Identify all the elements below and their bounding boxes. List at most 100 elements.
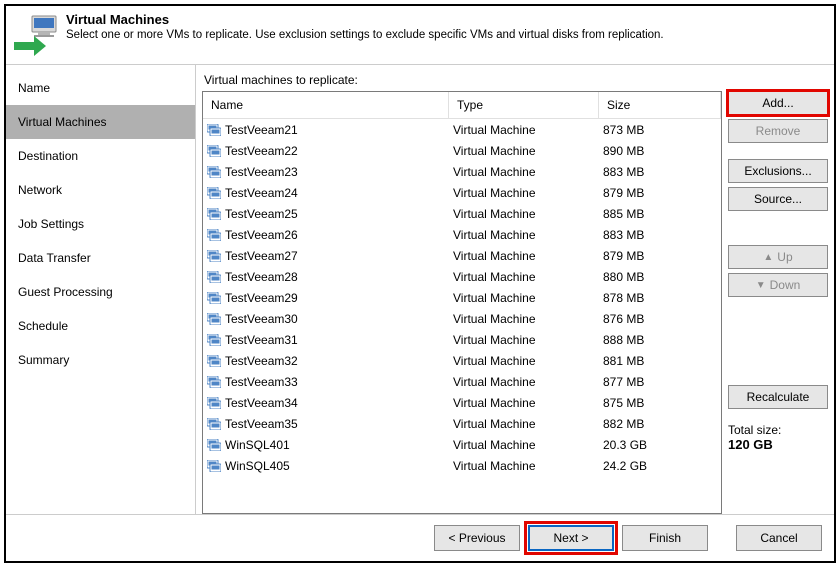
table-row[interactable]: TestVeeam31 Virtual Machine888 MB	[203, 329, 721, 350]
vm-icon	[207, 376, 221, 388]
row-size: 875 MB	[603, 396, 721, 410]
col-header-size[interactable]: Size	[599, 92, 721, 118]
table-row[interactable]: WinSQL405Virtual Machine24.2 GB	[203, 455, 721, 476]
vm-table-area: Name Type Size TestVeeam21 Virtual Machin…	[202, 91, 828, 514]
sidebar-item-job-settings[interactable]: Job Settings	[6, 207, 195, 241]
table-row[interactable]: TestVeeam29Virtual Machine878 MB	[203, 287, 721, 308]
row-type: Virtual Machine	[453, 186, 603, 200]
table-row[interactable]: TestVeeam30 Virtual Machine876 MB	[203, 308, 721, 329]
move-up-button[interactable]: ▲ Up	[728, 245, 828, 269]
row-name: TestVeeam27	[225, 249, 298, 263]
row-name: TestVeeam22	[225, 144, 298, 158]
row-type: Virtual Machine	[453, 312, 603, 326]
sidebar-item-network[interactable]: Network	[6, 173, 195, 207]
previous-button[interactable]: < Previous	[434, 525, 520, 551]
table-row[interactable]: TestVeeam21 Virtual Machine873 MB	[203, 119, 721, 140]
row-name: TestVeeam23	[225, 165, 298, 179]
wizard-header: Virtual Machines Select one or more VMs …	[6, 6, 834, 65]
section-label: Virtual machines to replicate:	[204, 73, 828, 87]
row-type: Virtual Machine	[453, 396, 603, 410]
vm-icon	[207, 313, 221, 325]
row-size: 877 MB	[603, 375, 721, 389]
vm-icon	[207, 229, 221, 241]
sidebar-item-schedule[interactable]: Schedule	[6, 309, 195, 343]
row-name: TestVeeam32	[225, 354, 298, 368]
total-size: Total size: 120 GB	[728, 413, 828, 452]
vm-icon	[207, 271, 221, 283]
table-row[interactable]: TestVeeam28Virtual Machine880 MB	[203, 266, 721, 287]
vm-icon	[207, 208, 221, 220]
row-name: WinSQL401	[225, 438, 290, 452]
wizard-header-icon	[12, 14, 60, 56]
row-size: 20.3 GB	[603, 438, 721, 452]
vm-icon	[207, 460, 221, 472]
table-row[interactable]: TestVeeam34 Virtual Machine875 MB	[203, 392, 721, 413]
vm-icon	[207, 355, 221, 367]
total-size-label: Total size:	[728, 423, 828, 437]
table-row[interactable]: TestVeeam23Virtual Machine883 MB	[203, 161, 721, 182]
row-size: 873 MB	[603, 123, 721, 137]
row-name: TestVeeam35	[225, 417, 298, 431]
sidebar-item-data-transfer[interactable]: Data Transfer	[6, 241, 195, 275]
cancel-button[interactable]: Cancel	[736, 525, 822, 551]
col-header-type[interactable]: Type	[449, 92, 599, 118]
row-type: Virtual Machine	[453, 123, 603, 137]
row-size: 876 MB	[603, 312, 721, 326]
row-type: Virtual Machine	[453, 438, 603, 452]
finish-button[interactable]: Finish	[622, 525, 708, 551]
arrow-down-icon: ▼	[756, 280, 766, 291]
exclusions-button[interactable]: Exclusions...	[728, 159, 828, 183]
vm-icon	[207, 166, 221, 178]
next-button[interactable]: Next >	[528, 525, 614, 551]
row-size: 883 MB	[603, 228, 721, 242]
table-row[interactable]: TestVeeam33Virtual Machine877 MB	[203, 371, 721, 392]
vm-icon	[207, 334, 221, 346]
row-type: Virtual Machine	[453, 270, 603, 284]
row-size: 881 MB	[603, 354, 721, 368]
sidebar-item-virtual-machines[interactable]: Virtual Machines	[6, 105, 195, 139]
row-type: Virtual Machine	[453, 144, 603, 158]
recalculate-button[interactable]: Recalculate	[728, 385, 828, 409]
row-type: Virtual Machine	[453, 333, 603, 347]
source-button[interactable]: Source...	[728, 187, 828, 211]
move-down-button[interactable]: ▼ Down	[728, 273, 828, 297]
table-row[interactable]: TestVeeam25Virtual Machine885 MB	[203, 203, 721, 224]
row-name: TestVeeam31	[225, 333, 298, 347]
vm-icon	[207, 145, 221, 157]
add-button[interactable]: Add...	[728, 91, 828, 115]
sidebar-item-name[interactable]: Name	[6, 71, 195, 105]
table-row[interactable]: TestVeeam27 Virtual Machine879 MB	[203, 245, 721, 266]
vm-table: Name Type Size TestVeeam21 Virtual Machin…	[202, 91, 722, 514]
wizard-main: Virtual machines to replicate: Name Type…	[196, 65, 834, 514]
sidebar-item-destination[interactable]: Destination	[6, 139, 195, 173]
row-name: TestVeeam34	[225, 396, 298, 410]
row-name: TestVeeam21	[225, 123, 298, 137]
table-row[interactable]: TestVeeam35Virtual Machine882 MB	[203, 413, 721, 434]
row-size: 879 MB	[603, 186, 721, 200]
table-row[interactable]: TestVeeam26Virtual Machine883 MB	[203, 224, 721, 245]
row-type: Virtual Machine	[453, 249, 603, 263]
table-row[interactable]: TestVeeam22Virtual Machine890 MB	[203, 140, 721, 161]
row-size: 888 MB	[603, 333, 721, 347]
vm-table-header: Name Type Size	[203, 92, 721, 119]
row-type: Virtual Machine	[453, 291, 603, 305]
row-type: Virtual Machine	[453, 417, 603, 431]
wizard-window: Virtual Machines Select one or more VMs …	[4, 4, 836, 563]
row-type: Virtual Machine	[453, 354, 603, 368]
vm-table-body[interactable]: TestVeeam21Virtual Machine873 MBTestVeea…	[203, 119, 721, 513]
vm-icon	[207, 187, 221, 199]
table-row[interactable]: TestVeeam24Virtual Machine879 MB	[203, 182, 721, 203]
col-header-name[interactable]: Name	[203, 92, 449, 118]
sidebar-item-guest-processing[interactable]: Guest Processing	[6, 275, 195, 309]
row-size: 879 MB	[603, 249, 721, 263]
sidebar-item-summary[interactable]: Summary	[6, 343, 195, 377]
wizard-footer: < Previous Next > Finish Cancel	[6, 514, 834, 561]
vm-icon	[207, 250, 221, 262]
row-name: TestVeeam30	[225, 312, 298, 326]
table-row[interactable]: TestVeeam32 Virtual Machine881 MB	[203, 350, 721, 371]
remove-button[interactable]: Remove	[728, 119, 828, 143]
row-name: TestVeeam28	[225, 270, 298, 284]
row-size: 24.2 GB	[603, 459, 721, 473]
row-size: 885 MB	[603, 207, 721, 221]
table-row[interactable]: WinSQL401 Virtual Machine20.3 GB	[203, 434, 721, 455]
